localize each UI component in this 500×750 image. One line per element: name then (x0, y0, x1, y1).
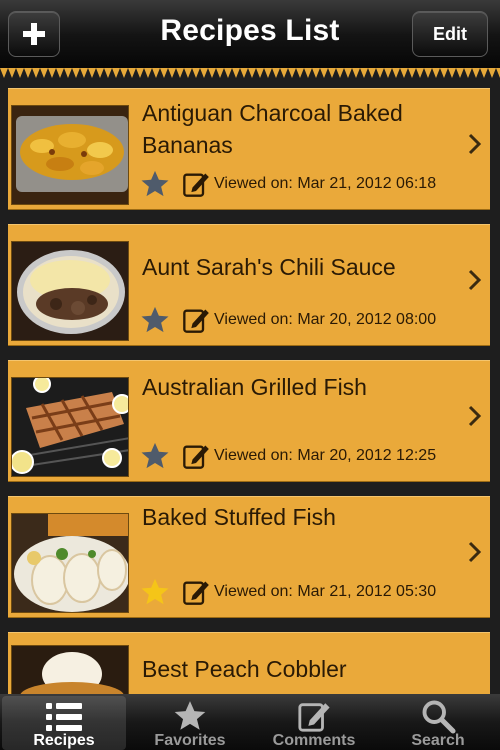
note-icon (183, 445, 209, 469)
note-icon (183, 309, 209, 333)
recipe-title: Australian Grilled Fish (142, 374, 367, 400)
viewed-date: Viewed on: Mar 20, 2012 08:00 (214, 311, 437, 328)
viewed-date: Viewed on: Mar 20, 2012 12:25 (214, 447, 437, 464)
recipe-row[interactable]: Baked Stuffed Fish Viewed on: Mar 21, 20… (8, 496, 490, 618)
chevron-right-icon[interactable] (468, 405, 482, 427)
recipe-row[interactable]: Australian Grilled Fish Viewed on: Mar 2… (8, 360, 490, 482)
tab-label: Search (411, 732, 465, 749)
recipe-thumbnail (11, 377, 129, 477)
star-icon[interactable] (140, 169, 170, 199)
recipe-row[interactable]: Aunt Sarah's Chili Sauce Viewed on: Mar … (8, 224, 490, 346)
recipe-row[interactable]: Best Peach Cobbler (8, 632, 490, 694)
star-icon (174, 701, 206, 730)
note-icon (298, 703, 330, 732)
tab-search[interactable]: Search (376, 694, 500, 750)
list-icon (46, 703, 82, 731)
star-icon[interactable] (140, 441, 170, 471)
recipe-title: Baked Stuffed Fish (142, 504, 336, 530)
tab-bar: Recipes Favorites Comments Search (0, 694, 500, 750)
viewed-date: Viewed on: Mar 21, 2012 06:18 (214, 175, 437, 192)
tab-comments[interactable]: Comments (252, 694, 376, 750)
star-icon[interactable] (140, 305, 170, 335)
tab-favorites[interactable]: Favorites (128, 694, 252, 750)
viewed-date: Viewed on: Mar 21, 2012 05:30 (214, 583, 437, 600)
recipe-title: Aunt Sarah's Chili Sauce (142, 254, 396, 280)
recipe-row[interactable]: Antiguan Charcoal Baked Bananas Viewed o… (8, 88, 490, 210)
chevron-right-icon[interactable] (468, 133, 482, 155)
decorative-zigzag-divider (0, 68, 500, 80)
edit-button[interactable]: Edit (412, 11, 488, 57)
recipe-title: Antiguan Charcoal Baked Bananas (142, 100, 403, 158)
recipe-thumbnail (11, 513, 129, 613)
star-icon-favorite[interactable] (140, 577, 170, 607)
recipe-thumbnail (11, 241, 129, 341)
note-icon (183, 173, 209, 197)
navigation-bar: Recipes List Edit (0, 0, 500, 70)
recipe-title: Best Peach Cobbler (142, 656, 347, 682)
recipe-list[interactable]: Antiguan Charcoal Baked Bananas Viewed o… (0, 80, 500, 694)
tab-label: Favorites (154, 732, 226, 749)
chevron-right-icon[interactable] (468, 541, 482, 563)
note-icon (183, 581, 209, 605)
tab-label: Comments (272, 732, 356, 749)
recipe-thumbnail (11, 645, 129, 694)
tab-label: Recipes (33, 732, 95, 749)
chevron-right-icon[interactable] (468, 269, 482, 291)
recipe-thumbnail (11, 105, 129, 205)
tab-recipes[interactable]: Recipes (2, 696, 126, 750)
search-icon (422, 700, 456, 734)
